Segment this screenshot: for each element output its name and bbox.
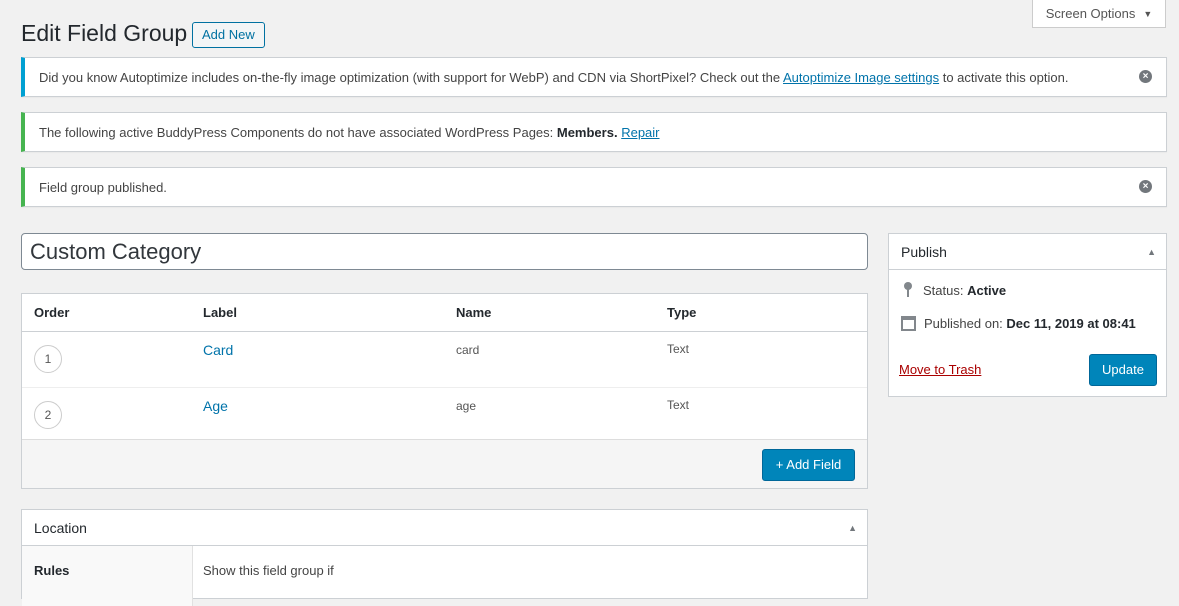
publish-box-header[interactable]: Publish ▲	[889, 234, 1166, 270]
field-name: age	[456, 399, 477, 413]
buddypress-notice: The following active BuddyPress Componen…	[21, 112, 1167, 152]
show-if-label: Show this field group if	[203, 563, 334, 578]
field-label-link[interactable]: Age	[203, 398, 228, 414]
column-header-label: Label	[203, 305, 237, 320]
field-order-badge[interactable]: 1	[34, 345, 62, 373]
location-box-header[interactable]: Location ▲	[22, 510, 867, 546]
field-order-badge[interactable]: 2	[34, 401, 62, 429]
column-header-order: Order	[34, 305, 70, 320]
notice-text: Did you know Autoptimize includes on-the…	[39, 70, 1068, 85]
collapse-arrow-icon[interactable]: ▲	[1147, 247, 1156, 257]
published-on-text: Published on: Dec 11, 2019 at 08:41	[924, 316, 1136, 331]
repair-link[interactable]: Repair	[621, 125, 659, 140]
autoptimize-image-settings-link[interactable]: Autoptimize Image settings	[783, 70, 939, 85]
fields-table: Order Label Name Type 1 Card card Text 2…	[21, 293, 868, 489]
screen-options-button[interactable]: Screen Options ▼	[1032, 0, 1166, 28]
rules-sidebar: Rules	[22, 546, 193, 606]
published-on-value: Dec 11, 2019 at 08:41	[1006, 316, 1136, 331]
notice-text-before: Did you know Autoptimize includes on-the…	[39, 69, 784, 85]
notice-text: The following active BuddyPress Componen…	[39, 125, 660, 140]
field-group-title-input[interactable]: Custom Category	[21, 233, 868, 270]
fields-table-footer: + Add Field	[22, 439, 867, 488]
move-to-trash-link[interactable]: Move to Trash	[899, 362, 981, 377]
dismiss-icon[interactable]: ×	[1139, 70, 1152, 83]
calendar-icon	[901, 316, 916, 331]
publish-box: Publish ▲ Status: Active Published on: D…	[888, 233, 1167, 397]
published-on-row: Published on: Dec 11, 2019 at 08:41	[901, 316, 1136, 331]
screen-options-label: Screen Options	[1045, 6, 1136, 21]
field-row: 2 Age age Text	[22, 388, 867, 444]
rules-label: Rules	[34, 563, 70, 578]
field-name: card	[456, 343, 480, 357]
status-row: Status: Active	[901, 282, 1006, 298]
notice-bold: Members.	[556, 124, 618, 140]
collapse-arrow-icon[interactable]: ▲	[848, 523, 857, 533]
update-button[interactable]: Update	[1089, 354, 1157, 386]
pin-icon	[901, 282, 915, 298]
notice-text-before: The following active BuddyPress Componen…	[39, 124, 557, 140]
column-header-name: Name	[456, 305, 492, 320]
notice-text: Field group published.	[39, 179, 167, 195]
chevron-down-icon: ▼	[1143, 8, 1153, 19]
column-header-type: Type	[667, 305, 697, 320]
location-box: Location ▲ Rules Show this field group i…	[21, 509, 868, 606]
autoptimize-notice: Did you know Autoptimize includes on-the…	[21, 57, 1167, 97]
status-label: Status:	[923, 282, 964, 298]
publish-box-title: Publish	[901, 244, 947, 260]
fields-table-header: Order Label Name Type	[22, 294, 867, 332]
field-type: Text	[667, 342, 690, 356]
published-notice: Field group published. ×	[21, 167, 1167, 207]
field-row: 1 Card card Text	[22, 332, 867, 388]
published-on-label: Published on:	[924, 316, 1003, 331]
add-field-button[interactable]: + Add Field	[762, 449, 855, 481]
add-new-button[interactable]: Add New	[192, 22, 265, 48]
dismiss-icon[interactable]: ×	[1139, 180, 1152, 193]
field-type: Text	[667, 398, 690, 412]
field-label-link[interactable]: Card	[203, 342, 233, 358]
location-box-title: Location	[34, 520, 87, 536]
status-value: Active	[967, 282, 1007, 298]
page-title: Edit Field Group	[21, 20, 188, 46]
notice-text-after: to activate this option.	[939, 69, 1069, 85]
status-text: Status: Active	[923, 283, 1006, 298]
